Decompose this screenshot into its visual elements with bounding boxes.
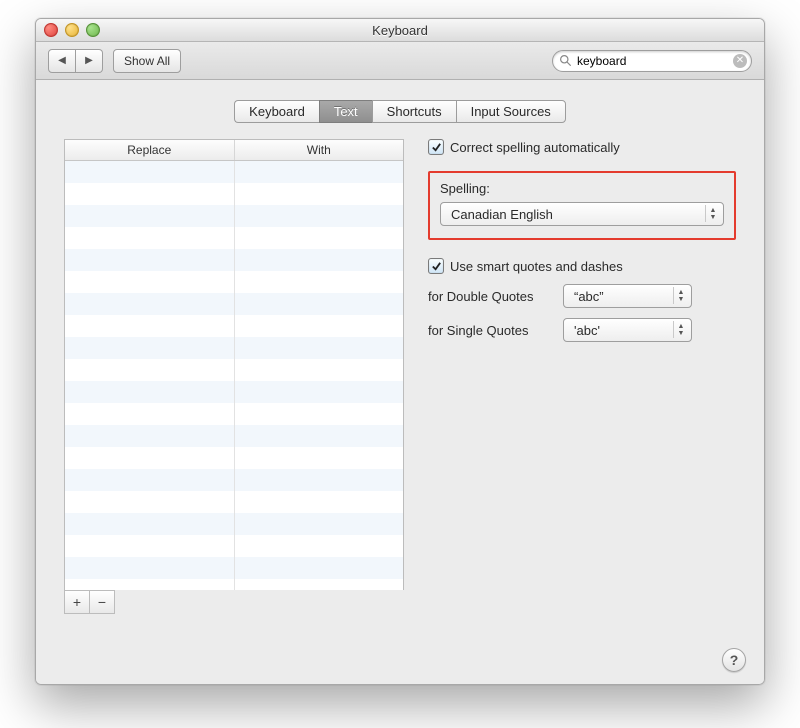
search-clear-button[interactable]: ✕ xyxy=(733,54,747,68)
forward-icon: ▶ xyxy=(85,55,93,66)
back-button[interactable]: ◀ xyxy=(48,49,76,73)
plus-icon: + xyxy=(73,594,81,610)
checkmark-icon xyxy=(431,261,442,272)
search-icon xyxy=(559,54,572,67)
help-icon: ? xyxy=(730,652,739,668)
close-window-button[interactable] xyxy=(44,23,58,37)
clear-icon: ✕ xyxy=(736,55,744,66)
tab-shortcuts[interactable]: Shortcuts xyxy=(372,100,456,123)
table-row[interactable] xyxy=(65,337,403,359)
single-quotes-row: for Single Quotes 'abc' ▲▼ xyxy=(428,318,736,342)
minimize-window-button[interactable] xyxy=(65,23,79,37)
help-button[interactable]: ? xyxy=(722,648,746,672)
checkmark-icon xyxy=(431,142,442,153)
tab-shortcuts-label: Shortcuts xyxy=(387,104,442,119)
titlebar: Keyboard xyxy=(36,19,764,42)
single-quotes-popup[interactable]: 'abc' ▲▼ xyxy=(563,318,692,342)
minus-icon: − xyxy=(98,594,106,610)
correct-spelling-checkbox[interactable] xyxy=(428,139,444,155)
remove-row-button[interactable]: − xyxy=(90,591,114,613)
tab-input-sources[interactable]: Input Sources xyxy=(456,100,566,123)
tab-input-sources-label: Input Sources xyxy=(471,104,551,119)
add-row-button[interactable]: + xyxy=(65,591,90,613)
table-row[interactable] xyxy=(65,293,403,315)
table-row[interactable] xyxy=(65,271,403,293)
column-with[interactable]: With xyxy=(235,140,404,160)
preferences-window: Keyboard ◀ ▶ Show All ✕ xyxy=(35,18,765,685)
table-row[interactable] xyxy=(65,249,403,271)
search-field-wrap: ✕ xyxy=(552,50,752,72)
window-title: Keyboard xyxy=(372,23,428,38)
correct-spelling-label: Correct spelling automatically xyxy=(450,140,620,155)
correct-spelling-row: Correct spelling automatically xyxy=(428,139,736,155)
smart-quotes-checkbox[interactable] xyxy=(428,258,444,274)
table-header: Replace With xyxy=(65,140,403,161)
toolbar: ◀ ▶ Show All ✕ xyxy=(36,42,764,80)
show-all-button[interactable]: Show All xyxy=(113,49,181,73)
double-quotes-label: for Double Quotes xyxy=(428,289,553,304)
table-row[interactable] xyxy=(65,447,403,469)
spelling-highlight: Spelling: Canadian English ▲▼ xyxy=(428,171,736,240)
add-remove-group: + − xyxy=(64,590,115,614)
double-quotes-row: for Double Quotes “abc” ▲▼ xyxy=(428,284,736,308)
spelling-value: Canadian English xyxy=(451,207,553,222)
smart-quotes-label: Use smart quotes and dashes xyxy=(450,259,623,274)
search-input[interactable] xyxy=(552,50,752,72)
tab-text-label: Text xyxy=(334,104,358,119)
options-panel: Correct spelling automatically Spelling:… xyxy=(428,139,736,342)
tab-text[interactable]: Text xyxy=(319,100,372,123)
single-quotes-value: 'abc' xyxy=(574,323,600,338)
show-all-label: Show All xyxy=(124,54,170,68)
content-area: Keyboard Text Shortcuts Input Sources Re… xyxy=(36,80,764,684)
column-replace[interactable]: Replace xyxy=(65,140,235,160)
table-row[interactable] xyxy=(65,381,403,403)
tabs: Keyboard Text Shortcuts Input Sources xyxy=(64,100,736,123)
double-quotes-popup[interactable]: “abc” ▲▼ xyxy=(563,284,692,308)
table-row[interactable] xyxy=(65,535,403,557)
popup-stepper-icon: ▲▼ xyxy=(673,287,688,304)
table-row[interactable] xyxy=(65,403,403,425)
substitutions-table[interactable]: Replace With xyxy=(64,139,404,590)
table-row[interactable] xyxy=(65,205,403,227)
table-row[interactable] xyxy=(65,557,403,579)
table-row[interactable] xyxy=(65,469,403,491)
popup-stepper-icon: ▲▼ xyxy=(673,321,688,338)
tab-keyboard-label: Keyboard xyxy=(249,104,305,119)
substitutions-panel: Replace With + − xyxy=(64,139,404,614)
table-row[interactable] xyxy=(65,359,403,381)
forward-button[interactable]: ▶ xyxy=(76,49,103,73)
double-quotes-value: “abc” xyxy=(574,289,604,304)
tab-keyboard[interactable]: Keyboard xyxy=(234,100,319,123)
table-row[interactable] xyxy=(65,315,403,337)
table-row[interactable] xyxy=(65,513,403,535)
table-body[interactable] xyxy=(65,161,403,590)
table-row[interactable] xyxy=(65,227,403,249)
zoom-window-button[interactable] xyxy=(86,23,100,37)
spelling-label: Spelling: xyxy=(440,181,724,196)
table-row[interactable] xyxy=(65,491,403,513)
single-quotes-label: for Single Quotes xyxy=(428,323,553,338)
table-row[interactable] xyxy=(65,579,403,590)
table-row[interactable] xyxy=(65,425,403,447)
smart-quotes-row: Use smart quotes and dashes xyxy=(428,258,736,274)
popup-stepper-icon: ▲▼ xyxy=(705,205,720,222)
spelling-popup[interactable]: Canadian English ▲▼ xyxy=(440,202,724,226)
table-row[interactable] xyxy=(65,161,403,183)
table-row[interactable] xyxy=(65,183,403,205)
nav-back-forward: ◀ ▶ xyxy=(48,49,103,73)
back-icon: ◀ xyxy=(58,55,66,66)
window-controls xyxy=(44,23,100,37)
